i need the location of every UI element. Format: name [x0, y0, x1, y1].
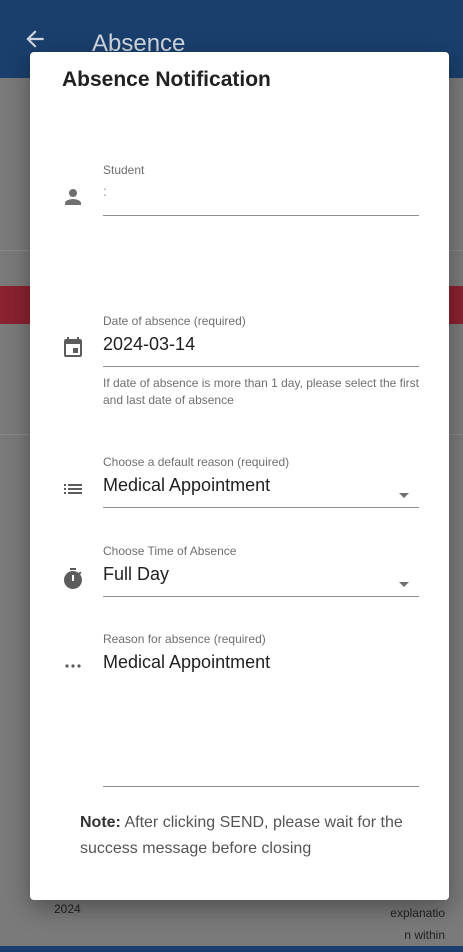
- student-underline: [103, 215, 419, 216]
- more-horiz-icon: [61, 654, 85, 678]
- note-label: Note:: [80, 814, 121, 831]
- chevron-down-icon[interactable]: [399, 493, 409, 498]
- date-label: Date of absence (required): [103, 314, 246, 328]
- time-select[interactable]: Choose Time of Absence Full Day: [103, 544, 419, 597]
- background-explanation-text: explanatio n within: [390, 906, 445, 942]
- timer-icon: [61, 567, 85, 591]
- default-reason-value[interactable]: Medical Appointment: [103, 475, 419, 499]
- time-label: Choose Time of Absence: [103, 544, 237, 558]
- default-reason-label: Choose a default reason (required): [103, 455, 290, 469]
- student-value[interactable]: :: [103, 183, 419, 207]
- note-body: After clicking SEND, please wait for the…: [80, 814, 403, 857]
- time-underline: [103, 596, 419, 597]
- dialog-title: Absence Notification: [62, 68, 271, 91]
- default-reason-select[interactable]: Choose a default reason (required) Medic…: [103, 455, 419, 508]
- student-label: Student: [103, 163, 145, 177]
- back-arrow-icon[interactable]: [22, 26, 48, 52]
- reason-underline: [103, 786, 419, 787]
- note-text: Note: After clicking SEND, please wait f…: [80, 810, 410, 862]
- time-value[interactable]: Full Day: [103, 564, 419, 588]
- calendar-icon[interactable]: [61, 336, 85, 360]
- list-icon: [61, 477, 85, 501]
- chevron-down-icon[interactable]: [399, 582, 409, 587]
- date-hint: If date of absence is more than 1 day, p…: [103, 376, 419, 407]
- absence-dialog: Absence Notification Student : Date of a…: [30, 52, 449, 900]
- reason-textarea[interactable]: Reason for absence (required) Medical Ap…: [103, 632, 419, 787]
- date-underline: [103, 366, 419, 367]
- student-field[interactable]: Student :: [103, 163, 419, 216]
- default-reason-underline: [103, 507, 419, 508]
- background-date-text: 2024: [54, 902, 81, 916]
- reason-value[interactable]: Medical Appointment: [103, 652, 419, 778]
- date-field[interactable]: Date of absence (required) 2024-03-14 If…: [103, 314, 419, 409]
- date-value[interactable]: 2024-03-14: [103, 334, 419, 358]
- reason-label: Reason for absence (required): [103, 632, 266, 646]
- bottom-bar: [0, 946, 463, 952]
- person-icon: [61, 185, 85, 209]
